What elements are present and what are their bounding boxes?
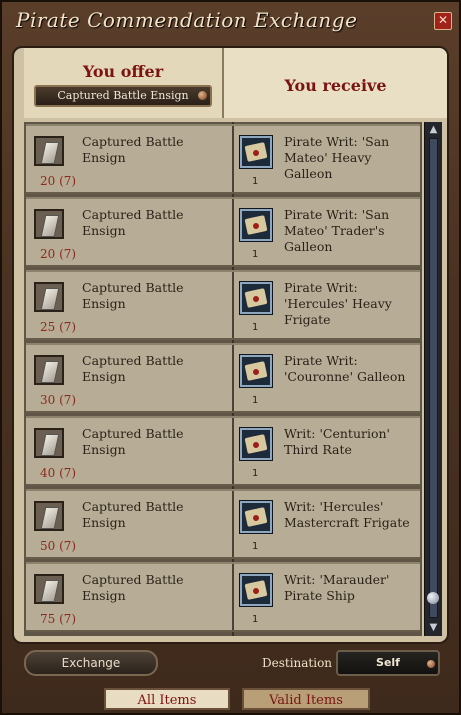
destination-dropdown[interactable]: Self xyxy=(336,650,440,676)
exchange-button[interactable]: Exchange xyxy=(24,650,158,676)
dropdown-knob-icon xyxy=(198,91,207,100)
offer-item-dropdown-value: Captured Battle Ensign xyxy=(57,89,189,102)
offer-item-quantity: 20 (7) xyxy=(40,174,77,188)
receive-item-quantity: 1 xyxy=(252,468,259,479)
writ-scroll-icon xyxy=(240,282,272,314)
exchange-row[interactable]: Captured Battle Ensign 40 (7) Writ: 'Cen… xyxy=(26,416,420,486)
offer-item-name: Captured Battle Ensign xyxy=(82,353,184,384)
receive-item-quantity: 1 xyxy=(252,322,259,333)
row-separator xyxy=(232,199,234,265)
tab-all-items[interactable]: All Items xyxy=(104,688,230,710)
offer-item-quantity: 25 (7) xyxy=(40,320,77,334)
receive-item-name: Writ: 'Centurion' Third Rate xyxy=(284,426,390,457)
receive-item-name: Pirate Writ: 'Couronne' Galleon xyxy=(284,353,406,384)
exchange-panel: You offer Captured Battle Ensign You rec… xyxy=(12,46,449,644)
exchange-row[interactable]: Captured Battle Ensign 75 (7) Writ: 'Mar… xyxy=(26,562,420,632)
row-separator xyxy=(232,126,234,192)
scrollbar-thumb[interactable] xyxy=(427,592,439,604)
dropdown-knob-icon xyxy=(427,660,435,668)
receive-header: You receive xyxy=(224,48,447,118)
writ-scroll-icon xyxy=(240,355,272,387)
offer-header-title: You offer xyxy=(82,62,164,81)
offer-item-quantity: 20 (7) xyxy=(40,247,77,261)
destination-label: Destination xyxy=(262,656,333,670)
destination-dropdown-value: Self xyxy=(376,656,400,669)
writ-scroll-icon xyxy=(240,574,272,606)
exchange-row[interactable]: Captured Battle Ensign 30 (7) Pirate Wri… xyxy=(26,343,420,413)
exchange-row[interactable]: Captured Battle Ensign 20 (7) Pirate Wri… xyxy=(26,124,420,194)
offer-item-name: Captured Battle Ensign xyxy=(82,280,184,311)
close-icon[interactable]: ✕ xyxy=(434,12,452,30)
offer-item-quantity: 50 (7) xyxy=(40,539,77,553)
row-separator xyxy=(232,418,234,484)
receive-item-name: Writ: 'Marauder' Pirate Ship xyxy=(284,572,390,603)
offer-item-name: Captured Battle Ensign xyxy=(82,207,184,238)
receive-item-name: Pirate Writ: 'Hercules' Heavy Frigate xyxy=(284,280,392,327)
scroll-down-arrow-icon[interactable]: ▼ xyxy=(427,622,440,634)
receive-item-name: Pirate Writ: 'San Mateo' Trader's Galleo… xyxy=(284,207,390,254)
receive-item-quantity: 1 xyxy=(252,614,259,625)
offer-item-quantity: 30 (7) xyxy=(40,393,77,407)
writ-scroll-icon xyxy=(240,209,272,241)
receive-item-name: Pirate Writ: 'San Mateo' Heavy Galleon xyxy=(284,134,390,181)
ensign-icon xyxy=(34,282,64,312)
exchange-list: Captured Battle Ensign 20 (7) Pirate Wri… xyxy=(24,122,422,636)
receive-header-title: You receive xyxy=(284,76,387,95)
offer-item-name: Captured Battle Ensign xyxy=(82,499,184,530)
ensign-icon xyxy=(34,428,64,458)
offer-item-name: Captured Battle Ensign xyxy=(82,572,184,603)
row-separator xyxy=(232,564,234,630)
row-separator xyxy=(232,272,234,338)
writ-scroll-icon xyxy=(240,136,272,168)
offer-item-name: Captured Battle Ensign xyxy=(82,426,184,457)
scrollbar-track[interactable] xyxy=(429,138,438,618)
writ-scroll-icon xyxy=(240,501,272,533)
receive-item-quantity: 1 xyxy=(252,541,259,552)
row-separator xyxy=(232,345,234,411)
ensign-icon xyxy=(34,501,64,531)
offer-header: You offer Captured Battle Ensign xyxy=(24,48,224,118)
exchange-window: Pirate Commendation Exchange ✕ You offer… xyxy=(0,0,461,715)
writ-scroll-icon xyxy=(240,428,272,460)
receive-item-quantity: 1 xyxy=(252,395,259,406)
exchange-row[interactable]: Captured Battle Ensign 50 (7) Writ: 'Her… xyxy=(26,489,420,559)
offer-item-name: Captured Battle Ensign xyxy=(82,134,184,165)
list-scrollbar[interactable]: ▲ ▼ xyxy=(424,122,442,636)
offer-item-dropdown[interactable]: Captured Battle Ensign xyxy=(34,85,212,107)
receive-item-quantity: 1 xyxy=(252,176,259,187)
exchange-row[interactable]: Captured Battle Ensign 20 (7) Pirate Wri… xyxy=(26,197,420,267)
ensign-icon xyxy=(34,574,64,604)
exchange-row[interactable]: Captured Battle Ensign 25 (7) Pirate Wri… xyxy=(26,270,420,340)
receive-item-quantity: 1 xyxy=(252,249,259,260)
window-title: Pirate Commendation Exchange xyxy=(16,8,358,32)
offer-item-quantity: 40 (7) xyxy=(40,466,77,480)
scroll-up-arrow-icon[interactable]: ▲ xyxy=(427,124,440,136)
offer-item-quantity: 75 (7) xyxy=(40,612,77,626)
receive-item-name: Writ: 'Hercules' Mastercraft Frigate xyxy=(284,499,410,530)
ensign-icon xyxy=(34,209,64,239)
tab-valid-items[interactable]: Valid Items xyxy=(242,688,370,710)
ensign-icon xyxy=(34,136,64,166)
row-separator xyxy=(232,491,234,557)
ensign-icon xyxy=(34,355,64,385)
